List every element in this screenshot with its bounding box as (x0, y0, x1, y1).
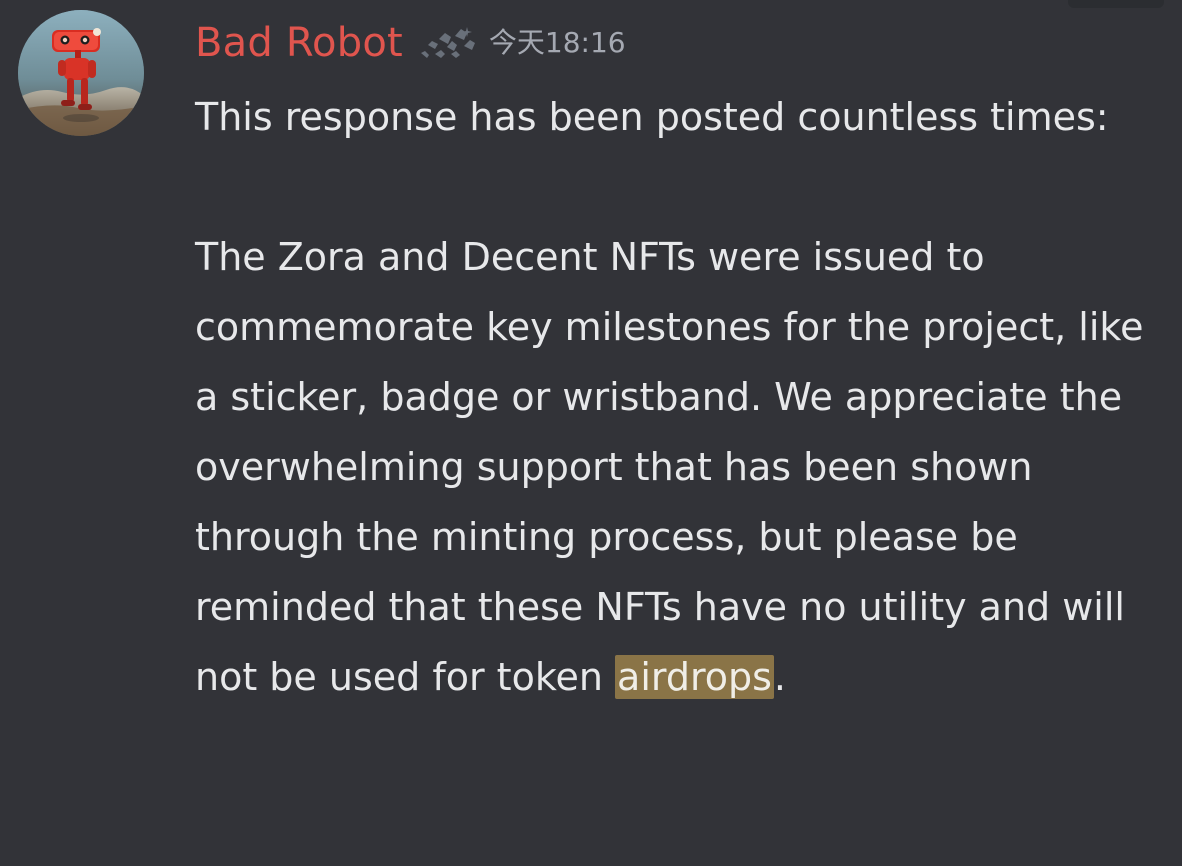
robot-avatar[interactable] (18, 10, 144, 136)
robot-avatar-icon (18, 10, 144, 136)
message-text-part-3: . (773, 655, 787, 699)
message-header: Bad Robot 今天18:16 (195, 10, 1155, 76)
message-text-part-1: This response has been posted countless … (195, 95, 1144, 699)
message-content: Bad Robot 今天18:16 This response has been… (195, 10, 1155, 712)
highlighted-word[interactable]: airdrops (615, 655, 774, 699)
message-timestamp: 今天18:16 (488, 26, 626, 59)
message-body: This response has been posted countless … (195, 82, 1150, 712)
author-name[interactable]: Bad Robot (195, 23, 403, 63)
top-right-tab (1068, 0, 1164, 8)
sparkle-badge-icon[interactable] (417, 23, 479, 65)
